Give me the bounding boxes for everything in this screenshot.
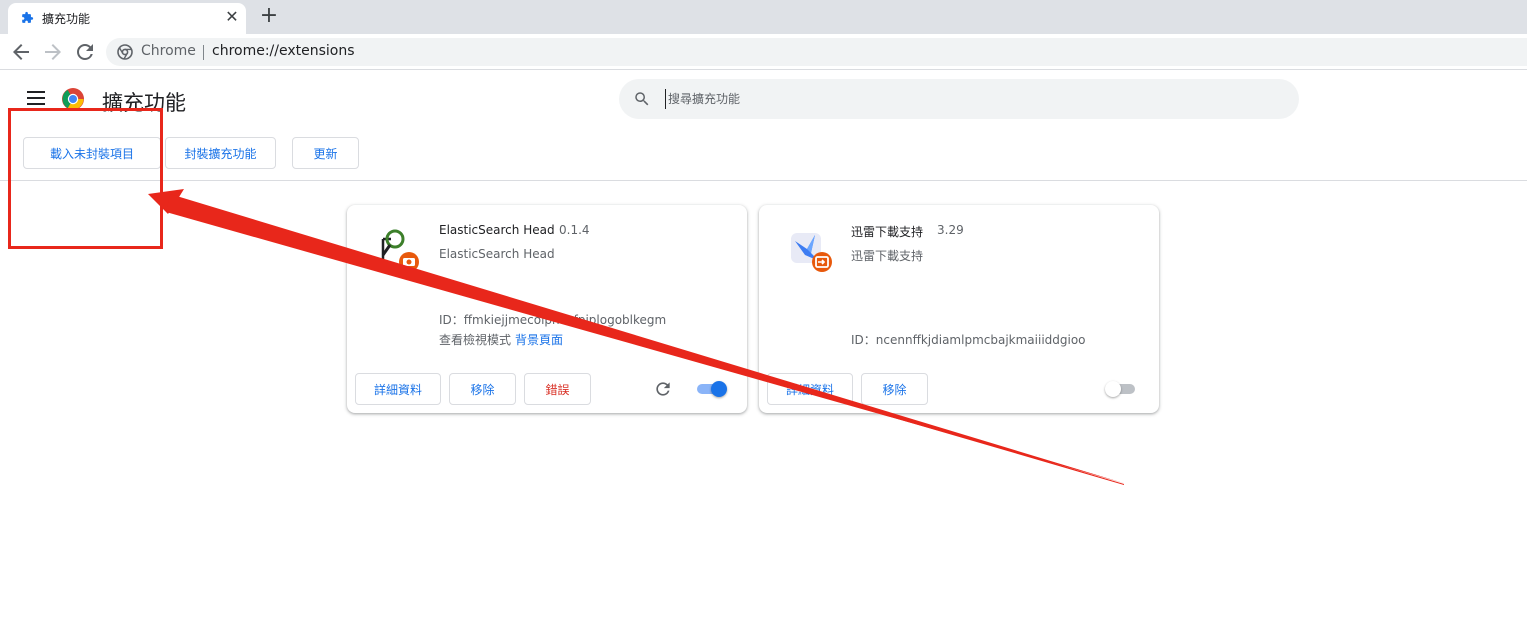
toggle-knob (1105, 381, 1121, 397)
chrome-site-icon (117, 44, 133, 60)
elasticsearch-head-icon (381, 229, 419, 272)
extension-description: 迅雷下載支持 (851, 249, 924, 263)
url-text[interactable]: chrome://extensions (212, 43, 355, 59)
omnibox-separator (203, 45, 204, 60)
search-icon (635, 92, 649, 106)
remove-button[interactable]: 移除 (861, 373, 928, 405)
extension-card-thunder-download: 迅雷下載支持 3.29 迅雷下載支持 ID：ncennffkjdiamlpmcb… (759, 205, 1159, 413)
pack-extension-button[interactable]: 封裝擴充功能 (165, 137, 276, 169)
toggle-knob (711, 381, 727, 397)
back-arrow-icon[interactable] (9, 40, 33, 64)
remove-button[interactable]: 移除 (449, 373, 516, 405)
browser-toolbar: Chrome chrome://extensions (0, 34, 1527, 70)
enable-toggle[interactable] (1105, 381, 1137, 397)
tab-title: 擴充功能 (42, 12, 91, 26)
extension-id: ID：ncennffkjdiamlpmcbajkmaiiiddgioo (851, 333, 1086, 347)
update-button[interactable]: 更新 (292, 137, 359, 169)
reload-icon[interactable] (73, 40, 97, 64)
hamburger-menu-icon[interactable] (27, 91, 45, 105)
forward-arrow-icon[interactable] (41, 40, 65, 64)
puzzle-piece-icon (22, 11, 34, 23)
extension-id: ID：ffmkiejjmecolpnecfpiplogoblkegm (439, 313, 667, 327)
inspect-views-label: 查看檢視模式 (439, 333, 512, 347)
background-page-link[interactable]: 背景頁面 (515, 333, 563, 347)
extension-description: ElasticSearch Head (439, 247, 555, 261)
close-tab-icon[interactable]: ✕ (222, 7, 242, 27)
extension-name: 迅雷下載支持 (851, 225, 924, 239)
search-box[interactable] (619, 79, 1299, 119)
tab-extensions[interactable]: 擴充功能 ✕ (8, 3, 246, 34)
search-input[interactable] (665, 89, 1265, 109)
inspect-views: 查看檢視模式 背景頁面 (439, 331, 563, 348)
extension-card-elasticsearch-head: ElasticSearch Head 0.1.4 ElasticSearch H… (347, 205, 747, 413)
extension-version: 3.29 (937, 223, 964, 237)
details-button[interactable]: 詳細資料 (355, 373, 441, 405)
new-tab-button[interactable]: + (258, 5, 280, 27)
details-button[interactable]: 詳細資料 (767, 373, 853, 405)
header-divider (0, 180, 1527, 181)
annotation-highlight-box (8, 108, 163, 249)
errors-button[interactable]: 錯誤 (524, 373, 591, 405)
address-bar[interactable]: Chrome chrome://extensions (106, 38, 1527, 66)
tab-strip: 擴充功能 ✕ + (0, 0, 1527, 34)
thunder-bird-icon (791, 233, 832, 272)
enable-toggle[interactable] (695, 381, 727, 397)
extension-version: 0.1.4 (559, 223, 590, 237)
extension-name: ElasticSearch Head (439, 223, 555, 237)
site-name: Chrome (141, 43, 196, 59)
reload-extension-icon[interactable] (653, 379, 673, 399)
